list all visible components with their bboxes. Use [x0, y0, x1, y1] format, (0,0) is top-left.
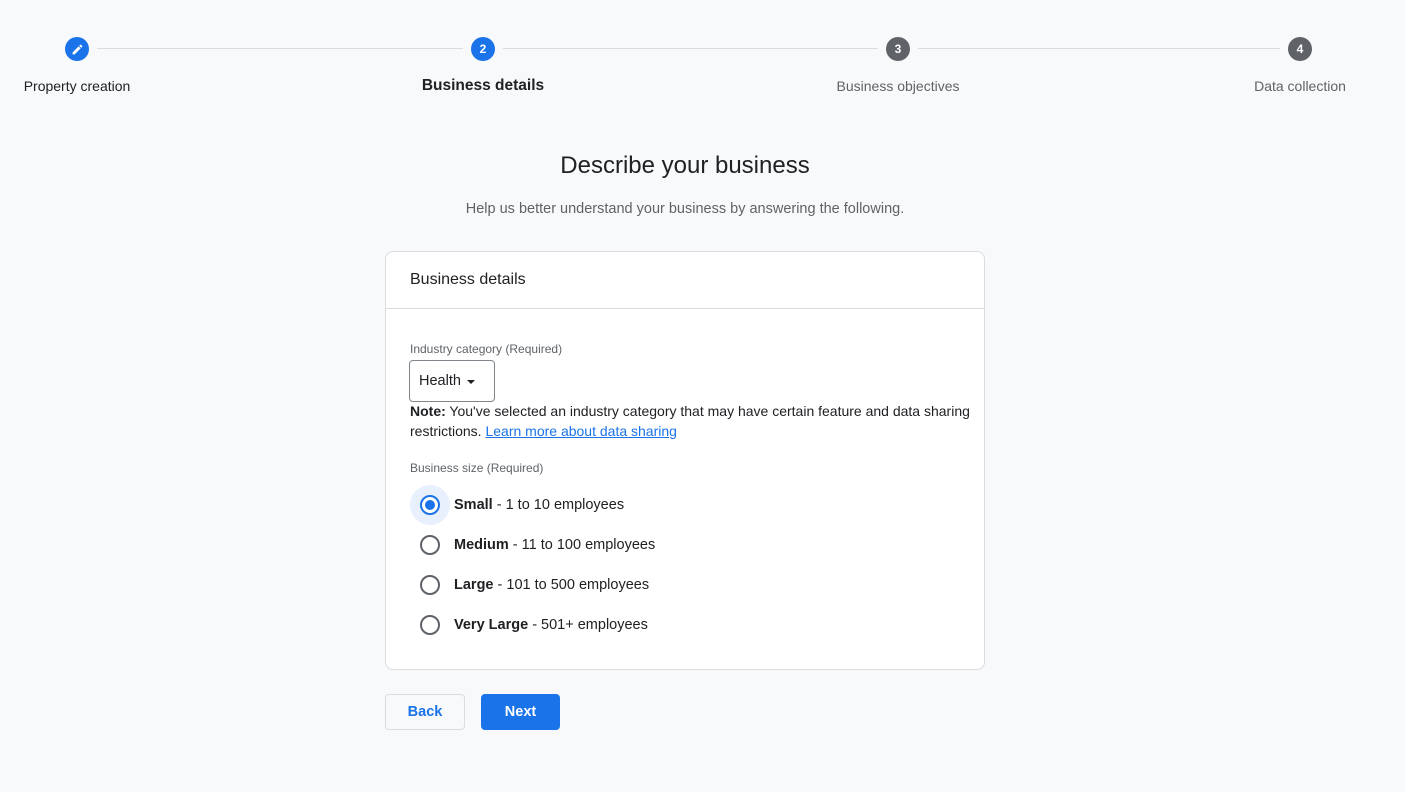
step-3-circle: 3 — [886, 37, 910, 61]
radio-option-small[interactable]: Small - 1 to 10 employees — [410, 485, 624, 525]
page-subtitle: Help us better understand your business … — [465, 201, 905, 217]
learn-more-data-sharing-link[interactable]: Learn more about data sharing — [485, 423, 676, 439]
radio-halo — [410, 525, 450, 565]
radio-halo — [410, 485, 450, 525]
radio-option-large[interactable]: Large - 101 to 500 employees — [410, 565, 649, 605]
radio-label-large: Large - 101 to 500 employees — [454, 577, 650, 593]
step-2-label: Business details — [421, 77, 545, 94]
industry-note: Note: You've selected an industry catego… — [410, 401, 970, 441]
pencil-icon — [72, 44, 82, 54]
radio-option-very-large[interactable]: Very Large - 501+ employees — [410, 605, 648, 645]
radio-label-medium: Medium - 11 to 100 employees — [454, 537, 656, 553]
step-4-circle: 4 — [1288, 37, 1312, 61]
radio-checked-icon[interactable] — [420, 495, 440, 515]
note-prefix: Note: — [410, 403, 446, 419]
radio-label-small: Small - 1 to 10 employees — [454, 497, 625, 513]
step-connector — [918, 48, 1280, 49]
industry-category-dropdown[interactable]: Health — [409, 360, 495, 402]
business-details-card: Business details Industry category (Requ… — [385, 251, 985, 670]
radio-unchecked-icon[interactable] — [420, 535, 440, 555]
step-4-label: Data collection — [1254, 78, 1346, 94]
back-button[interactable]: Back — [385, 694, 465, 730]
caret-down-icon — [466, 380, 475, 384]
step-1-label: Property creation — [23, 78, 131, 94]
industry-category-label: Industry category (Required) — [410, 342, 563, 356]
step-connector — [503, 48, 878, 49]
radio-unchecked-icon[interactable] — [420, 575, 440, 595]
radio-halo — [410, 605, 450, 645]
card-title: Business details — [386, 252, 984, 309]
step-connector — [97, 48, 463, 49]
business-size-label: Business size (Required) — [410, 461, 544, 475]
step-1-circle[interactable] — [65, 37, 89, 61]
radio-halo — [410, 565, 450, 605]
next-button[interactable]: Next — [481, 694, 560, 730]
radio-label-very-large: Very Large - 501+ employees — [454, 617, 648, 633]
industry-category-value: Health — [419, 373, 461, 389]
step-2-circle: 2 — [471, 37, 495, 61]
radio-option-medium[interactable]: Medium - 11 to 100 employees — [410, 525, 655, 565]
step-3-label: Business objectives — [836, 78, 960, 94]
page-title: Describe your business — [560, 152, 810, 179]
progress-stepper: Property creation 2 Business details 3 B… — [0, 0, 1405, 110]
radio-unchecked-icon[interactable] — [420, 615, 440, 635]
